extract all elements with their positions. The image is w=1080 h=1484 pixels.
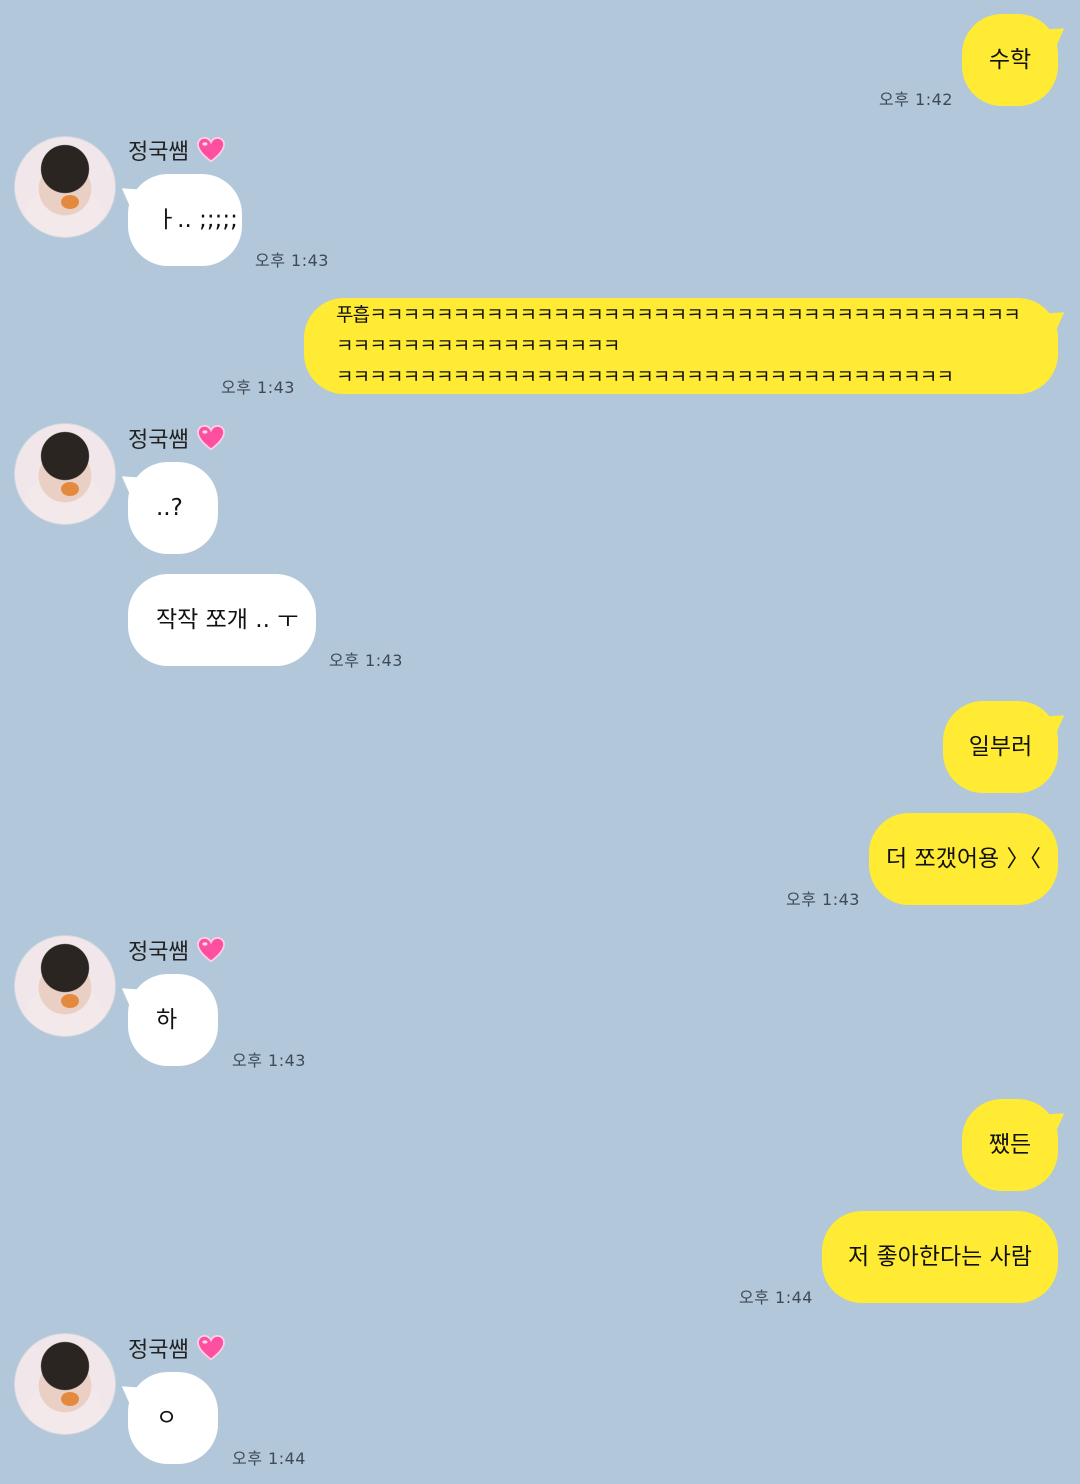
contact-name-row: 정국쌤 — [128, 1332, 225, 1364]
avatar-image — [61, 1392, 79, 1406]
contact-name-row: 정국쌤 — [128, 134, 225, 166]
message-text-line-2: ㅋㅋㅋㅋㅋㅋㅋㅋㅋㅋㅋㅋㅋㅋㅋㅋㅋㅋㅋㅋㅋㅋㅋㅋㅋㅋㅋㅋㅋㅋㅋㅋㅋㅋㅋㅋㅋ — [336, 365, 954, 388]
chat-bubble-received[interactable]: 하 — [128, 974, 218, 1066]
message-time: 오후 1:42 — [879, 90, 953, 109]
avatar-image — [61, 482, 79, 496]
chat-bubble-sent[interactable]: 푸흡ㅋㅋㅋㅋㅋㅋㅋㅋㅋㅋㅋㅋㅋㅋㅋㅋㅋㅋㅋㅋㅋㅋㅋㅋㅋㅋㅋㅋㅋㅋㅋㅋㅋㅋㅋㅋㅋㅋ… — [304, 298, 1058, 394]
contact-avatar[interactable] — [14, 935, 116, 1037]
message-time: 오후 1:44 — [739, 1288, 813, 1307]
chat-bubble-received[interactable]: ㅇ — [128, 1372, 218, 1464]
message-text: ㅏ.. ;;;;; — [156, 207, 238, 233]
contact-name: 정국쌤 — [128, 140, 189, 165]
message-text: ..? — [156, 495, 183, 521]
avatar-image — [61, 195, 79, 209]
contact-name-row: 정국쌤 — [128, 934, 225, 966]
chat-bubble-received[interactable]: ㅏ.. ;;;;; — [128, 174, 242, 266]
message-time: 오후 1:43 — [232, 1051, 306, 1070]
message-text: 일부러 — [968, 734, 1033, 760]
message-text: 쨌든 — [988, 1132, 1032, 1158]
message-text: 하 — [156, 1007, 178, 1033]
contact-avatar[interactable] — [14, 423, 116, 525]
contact-avatar[interactable] — [14, 1333, 116, 1435]
message-time: 오후 1:43 — [786, 890, 860, 909]
chat-bubble-sent[interactable]: 쨌든 — [962, 1099, 1058, 1191]
chat-bubble-received[interactable]: ..? — [128, 462, 218, 554]
chat-bubble-received[interactable]: 작작 쪼개 .. ㅜ — [128, 574, 316, 666]
message-time: 오후 1:43 — [221, 378, 295, 397]
message-text: 작작 쪼개 .. ㅜ — [156, 607, 299, 633]
pink-heart-icon — [196, 1335, 225, 1361]
chat-bubble-sent[interactable]: 일부러 — [943, 701, 1058, 793]
contact-name-row: 정국쌤 — [128, 422, 225, 454]
contact-name: 정국쌤 — [128, 1338, 189, 1363]
pink-heart-icon — [196, 137, 225, 163]
message-text: 더 쪼갰어용 〉〈 — [886, 846, 1041, 872]
message-time: 오후 1:44 — [232, 1449, 306, 1468]
chat-bubble-sent[interactable]: 수학 — [962, 14, 1058, 106]
message-time: 오후 1:43 — [255, 251, 329, 270]
chat-bubble-sent[interactable]: 더 쪼갰어용 〉〈 — [869, 813, 1058, 905]
pink-heart-icon — [196, 425, 225, 451]
message-time: 오후 1:43 — [329, 651, 403, 670]
message-text: ㅇ — [156, 1405, 178, 1431]
pink-heart-icon — [196, 937, 225, 963]
contact-name: 정국쌤 — [128, 428, 189, 453]
message-text: 수학 — [988, 47, 1032, 73]
avatar-image — [61, 994, 79, 1008]
chat-bubble-sent[interactable]: 저 좋아한다는 사람 — [822, 1211, 1058, 1303]
contact-avatar[interactable] — [14, 136, 116, 238]
contact-name: 정국쌤 — [128, 940, 189, 965]
message-text-line-1: 푸흡ㅋㅋㅋㅋㅋㅋㅋㅋㅋㅋㅋㅋㅋㅋㅋㅋㅋㅋㅋㅋㅋㅋㅋㅋㅋㅋㅋㅋㅋㅋㅋㅋㅋㅋㅋㅋㅋㅋ… — [336, 303, 1021, 357]
message-text: 저 좋아한다는 사람 — [848, 1244, 1032, 1270]
